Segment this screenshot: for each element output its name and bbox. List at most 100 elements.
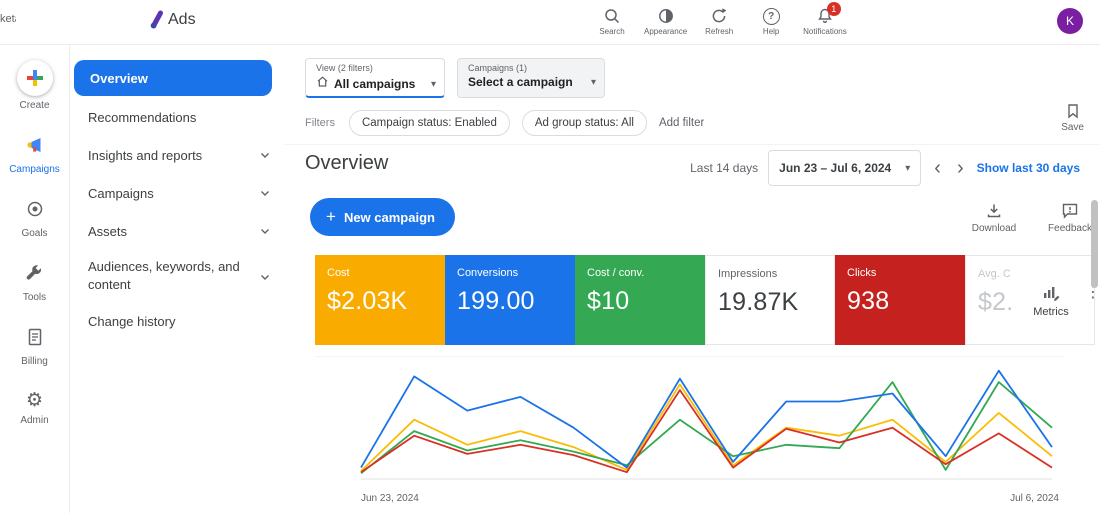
view-filter-dropdown[interactable]: View (2 filters) All campaigns ▾ <box>305 58 445 98</box>
rail-label-tools: Tools <box>22 292 47 303</box>
new-campaign-label: New campaign <box>343 209 435 225</box>
sidebar-nav: Overview Recommendations Insights and re… <box>70 44 285 513</box>
sidebar-item-change-history[interactable]: Change history <box>70 302 285 340</box>
dropdown-arrow-icon: ▾ <box>905 162 911 174</box>
scorecard-impressions[interactable]: Impressions 19.87K <box>705 255 835 345</box>
metrics-label: Metrics <box>1033 306 1069 318</box>
billing-receipt-icon <box>26 327 44 352</box>
scorecard-label: Conversions <box>457 267 519 279</box>
add-filter-button[interactable]: Add filter <box>659 117 704 129</box>
sidebar-item-campaigns[interactable]: Campaigns <box>70 174 285 212</box>
tools-wrench-icon <box>24 263 44 288</box>
account-avatar[interactable]: K <box>1057 8 1083 34</box>
date-range-selector[interactable]: Jun 23 – Jul 6, 2024 ▾ <box>768 150 922 186</box>
rail-label-admin: Admin <box>20 415 49 426</box>
notifications-badge: 1 <box>826 2 841 16</box>
sidebar-label-assets: Assets <box>88 223 128 239</box>
sidebar-item-audiences-keywords-content[interactable]: Audiences, keywords, and content <box>70 250 285 302</box>
save-button[interactable]: Save <box>1061 102 1084 133</box>
filter-chip-campaign-status[interactable]: Campaign status: Enabled <box>348 110 510 136</box>
rail-item-admin[interactable]: ⚙ Admin <box>20 390 49 427</box>
help-icon: ? <box>762 7 780 25</box>
notifications-label: Notifications <box>803 27 847 36</box>
gear-icon: ⚙ <box>25 390 44 411</box>
metrics-button[interactable]: Metrics <box>1022 260 1080 342</box>
scorecard-cost-per-conv[interactable]: Cost / conv. $10 <box>575 255 705 345</box>
scorecard-label: Cost / conv. <box>587 267 645 279</box>
filters-label: Filters <box>305 117 335 129</box>
filter-chip-ad-group-status[interactable]: Ad group status: All <box>521 110 647 136</box>
save-label: Save <box>1061 122 1084 133</box>
brand-label: Ads <box>168 11 196 28</box>
chevron-down-icon <box>259 187 271 202</box>
google-ads-app: keta Ads Search Appearance Refresh ? Hel… <box>0 0 1100 513</box>
appearance-button[interactable]: Appearance <box>644 4 687 36</box>
redaction-box-left <box>16 2 148 42</box>
refresh-button[interactable]: Refresh <box>699 4 739 36</box>
scorecard-value: 19.87K <box>718 288 799 316</box>
campaign-select-dropdown[interactable]: Campaigns (1) Select a campaign ▾ <box>457 58 605 98</box>
rail-item-create[interactable]: Create <box>16 60 53 111</box>
download-icon <box>985 202 1003 220</box>
sidebar-item-recommendations[interactable]: Recommendations <box>70 98 285 136</box>
rail-label-campaigns: Campaigns <box>9 164 60 175</box>
rail-item-goals[interactable]: Goals <box>21 199 48 239</box>
rail-label-create: Create <box>19 100 50 111</box>
sidebar-label-campaigns: Campaigns <box>88 185 154 201</box>
previous-period-button[interactable]: ‹ <box>931 151 944 185</box>
rail-label-goals: Goals <box>21 228 48 239</box>
appearance-icon <box>657 7 675 25</box>
question-glyph: ? <box>768 10 775 22</box>
rail-item-campaigns[interactable]: Campaigns <box>9 135 60 175</box>
refresh-label: Refresh <box>705 27 734 36</box>
notifications-button[interactable]: 1 Notifications <box>803 2 847 36</box>
scorecard-clicks[interactable]: Clicks 938 <box>835 255 965 345</box>
avatar-letter: K <box>1065 14 1074 28</box>
scorecard-value: 199.00 <box>457 287 535 315</box>
new-campaign-button[interactable]: + New campaign <box>310 198 455 236</box>
show-last-30-days-link[interactable]: Show last 30 days <box>977 161 1080 175</box>
sidebar-item-assets[interactable]: Assets <box>70 212 285 250</box>
rail-item-billing[interactable]: Billing <box>21 327 48 367</box>
date-range-controls: Last 14 days Jun 23 – Jul 6, 2024 ▾ ‹ › … <box>690 150 1080 186</box>
goals-target-icon <box>25 199 45 224</box>
sidebar-label-insights: Insights and reports <box>88 147 203 163</box>
google-ads-logo-icon <box>149 9 165 36</box>
x-axis-start-label: Jun 23, 2024 <box>361 493 419 504</box>
topbar-actions: Search Appearance Refresh ? Help 1 Notif… <box>592 2 847 36</box>
home-icon <box>316 75 329 93</box>
save-icon <box>1065 102 1081 120</box>
scrollbar-thumb[interactable] <box>1091 200 1098 288</box>
search-button[interactable]: Search <box>592 4 632 36</box>
feedback-button[interactable]: Feedback <box>1042 202 1098 234</box>
feedback-label: Feedback <box>1048 223 1092 234</box>
feedback-icon <box>1061 202 1079 220</box>
scorecard-cost[interactable]: Cost $2.03K <box>315 255 445 345</box>
rail-label-billing: Billing <box>21 356 48 367</box>
page-title: Overview <box>305 152 389 174</box>
help-button[interactable]: ? Help <box>751 4 791 36</box>
x-axis-end-label: Jul 6, 2024 <box>1010 493 1059 504</box>
rail-item-tools[interactable]: Tools <box>23 263 46 303</box>
plus-icon: + <box>326 207 336 226</box>
date-range-value: Jun 23 – Jul 6, 2024 <box>779 161 892 175</box>
download-button[interactable]: Download <box>966 202 1022 234</box>
sidebar-item-insights-and-reports[interactable]: Insights and reports <box>70 136 285 174</box>
overview-chart: Jun 23, 2024 Jul 6, 2024 <box>315 356 1065 509</box>
chevron-down-icon <box>259 225 271 240</box>
divider <box>285 144 1100 145</box>
sidebar-label-overview: Overview <box>90 70 148 86</box>
filters-row: Filters Campaign status: Enabled Ad grou… <box>305 110 704 136</box>
sidebar-item-overview[interactable]: Overview <box>74 60 272 96</box>
redaction-box-right <box>900 2 1055 42</box>
chevron-down-icon <box>259 149 271 164</box>
dropdown-arrow-icon: ▾ <box>430 78 436 90</box>
sidebar-label-recommendations: Recommendations <box>88 109 197 125</box>
scorecard-conversions[interactable]: Conversions 199.00 <box>445 255 575 345</box>
scorecard-value: $2.03K <box>327 287 408 315</box>
help-label: Help <box>762 27 780 36</box>
nav-rail: Create Campaigns Goals Tools Billing ⚙ A… <box>0 44 70 513</box>
search-label: Search <box>599 27 625 36</box>
campaign-select-value: Select a campaign <box>468 75 573 89</box>
next-period-button[interactable]: › <box>954 151 967 185</box>
